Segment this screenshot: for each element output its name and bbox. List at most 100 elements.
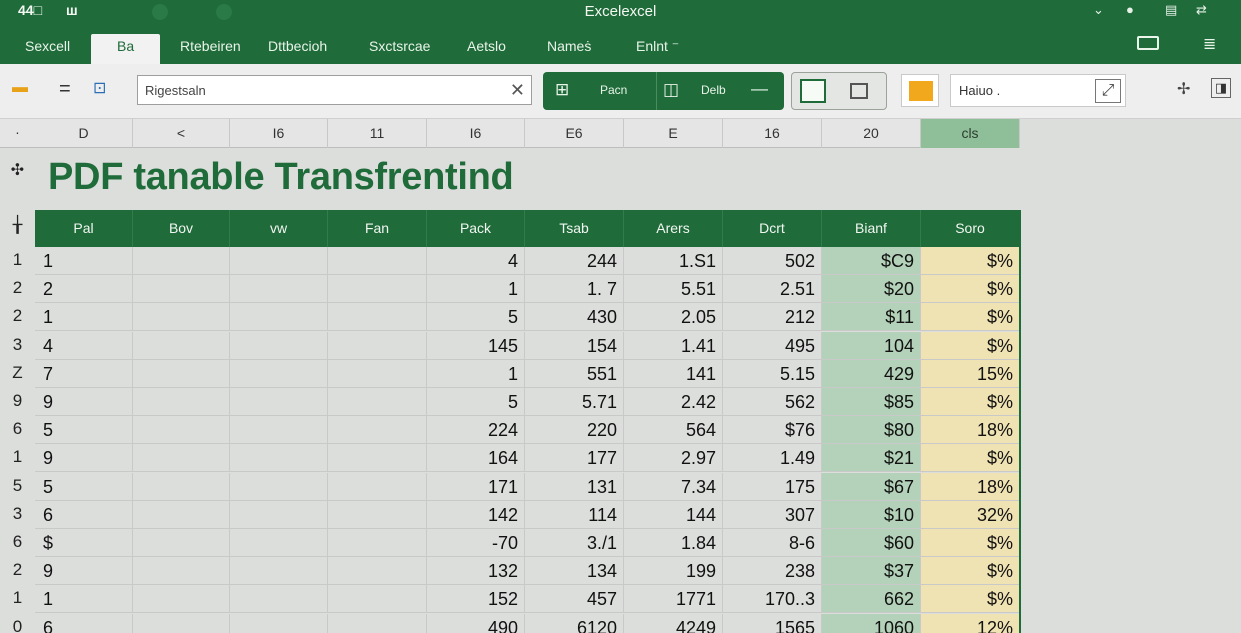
row-header[interactable]: 6: [0, 419, 35, 439]
table-cell[interactable]: [230, 416, 328, 444]
table-cell[interactable]: 1. 7: [525, 275, 624, 303]
share-icon[interactable]: ▤: [1165, 2, 1177, 18]
table-cell[interactable]: [230, 247, 328, 275]
column-header[interactable]: I6: [427, 119, 525, 148]
table-cell[interactable]: 238: [723, 557, 822, 585]
table-cell[interactable]: 32%: [921, 501, 1020, 529]
table-cell[interactable]: 564: [624, 416, 723, 444]
table-cell[interactable]: -70: [427, 529, 525, 557]
table-cell[interactable]: 2.97: [624, 444, 723, 472]
table-cell[interactable]: 5: [35, 473, 133, 501]
table-cell[interactable]: 177: [525, 444, 624, 472]
row-header[interactable]: 0: [0, 617, 35, 633]
table-cell[interactable]: [230, 473, 328, 501]
column-header[interactable]: Ε: [624, 119, 723, 148]
table-cell[interactable]: 104: [822, 332, 921, 360]
sheet-title[interactable]: PDF tanable Transfrentind: [48, 156, 514, 199]
table-cell[interactable]: 244: [525, 247, 624, 275]
table-cell[interactable]: $: [35, 529, 133, 557]
table-cell[interactable]: $67: [822, 473, 921, 501]
ribbon-options-icon[interactable]: ≣: [1203, 34, 1216, 54]
table-cell[interactable]: [230, 388, 328, 416]
table-cell[interactable]: 5.71: [525, 388, 624, 416]
table-header-cell[interactable]: Pal: [35, 210, 133, 247]
table-cell[interactable]: 145: [427, 332, 525, 360]
table-cell[interactable]: 18%: [921, 473, 1020, 501]
select-all-corner[interactable]: ·: [0, 119, 35, 148]
table-cell[interactable]: 1: [427, 275, 525, 303]
table-cell[interactable]: 495: [723, 332, 822, 360]
table-cell[interactable]: $76: [723, 416, 822, 444]
table-header-cell[interactable]: Bianf: [822, 210, 921, 247]
split-view-icon[interactable]: ◫: [663, 80, 679, 100]
table-cell[interactable]: 114: [525, 501, 624, 529]
table-cell[interactable]: 5: [35, 416, 133, 444]
table-cell[interactable]: 430: [525, 303, 624, 331]
pin-icon[interactable]: ✢: [1177, 79, 1190, 99]
table-cell[interactable]: 2: [35, 275, 133, 303]
table-cell[interactable]: [133, 332, 230, 360]
table-cell[interactable]: 1: [35, 247, 133, 275]
table-cell[interactable]: 502: [723, 247, 822, 275]
table-cell[interactable]: $80: [822, 416, 921, 444]
table-cell[interactable]: 212: [723, 303, 822, 331]
sync-icon[interactable]: ⇄: [1196, 2, 1207, 18]
table-header-cell[interactable]: Tsab: [525, 210, 624, 247]
table-cell[interactable]: [133, 303, 230, 331]
table-cell[interactable]: 18%: [921, 416, 1020, 444]
table-cell[interactable]: 2.51: [723, 275, 822, 303]
tab-enlnt[interactable]: Enlnt ⁻: [636, 38, 679, 55]
column-header[interactable]: I6: [230, 119, 328, 148]
table-cell[interactable]: 199: [624, 557, 723, 585]
table-cell[interactable]: [328, 332, 427, 360]
table-cell[interactable]: 7.34: [624, 473, 723, 501]
table-cell[interactable]: 3./1: [525, 529, 624, 557]
table-cell[interactable]: [328, 501, 427, 529]
table-cell[interactable]: [230, 614, 328, 633]
chevron-down-icon[interactable]: ⌄: [1093, 2, 1104, 18]
folder-icon[interactable]: ▬: [12, 79, 28, 97]
table-cell[interactable]: [328, 303, 427, 331]
table-cell[interactable]: 6: [35, 614, 133, 633]
table-cell[interactable]: [230, 529, 328, 557]
table-cell[interactable]: $%: [921, 529, 1020, 557]
tab-rtebeiren[interactable]: Rtebeiren: [180, 38, 241, 54]
table-cell[interactable]: 1.S1: [624, 247, 723, 275]
column-header-selected[interactable]: cls: [921, 119, 1020, 148]
row-header[interactable]: ╁: [0, 215, 35, 235]
table-cell[interactable]: [133, 247, 230, 275]
table-cell[interactable]: 15%: [921, 360, 1020, 388]
column-header[interactable]: 16: [723, 119, 822, 148]
table-cell[interactable]: $11: [822, 303, 921, 331]
clear-format-icon[interactable]: ⤢: [1095, 79, 1121, 103]
column-header[interactable]: <: [133, 119, 230, 148]
table-cell[interactable]: [230, 360, 328, 388]
table-cell[interactable]: [328, 416, 427, 444]
table-cell[interactable]: 9: [35, 557, 133, 585]
table-cell[interactable]: 142: [427, 501, 525, 529]
table-cell[interactable]: 12%: [921, 614, 1020, 633]
tab-ba[interactable]: Ba: [91, 34, 161, 64]
table-cell[interactable]: 307: [723, 501, 822, 529]
table-format-button[interactable]: [791, 72, 887, 110]
tab-sexcell[interactable]: Sexcell: [25, 38, 70, 54]
table-header-cell[interactable]: Pack: [427, 210, 525, 247]
table-cell[interactable]: $%: [921, 444, 1020, 472]
table-cell[interactable]: 131: [525, 473, 624, 501]
table-cell[interactable]: 5.51: [624, 275, 723, 303]
table-cell[interactable]: $21: [822, 444, 921, 472]
table-cell[interactable]: 1060: [822, 614, 921, 633]
table-cell[interactable]: 144: [624, 501, 723, 529]
table-cell[interactable]: 6120: [525, 614, 624, 633]
column-header[interactable]: D: [35, 119, 133, 148]
table-cell[interactable]: 5.15: [723, 360, 822, 388]
search-input[interactable]: Rigestsaln ✕: [137, 75, 532, 105]
tab-sxctsrcae[interactable]: Sxctsrcae: [369, 38, 430, 54]
row-header[interactable]: 1: [0, 447, 35, 467]
table-cell[interactable]: 1771: [624, 585, 723, 613]
table-cell[interactable]: $37: [822, 557, 921, 585]
table-cell[interactable]: [133, 444, 230, 472]
table-cell[interactable]: [230, 585, 328, 613]
table-cell[interactable]: 490: [427, 614, 525, 633]
table-header-cell[interactable]: Soro: [921, 210, 1020, 247]
